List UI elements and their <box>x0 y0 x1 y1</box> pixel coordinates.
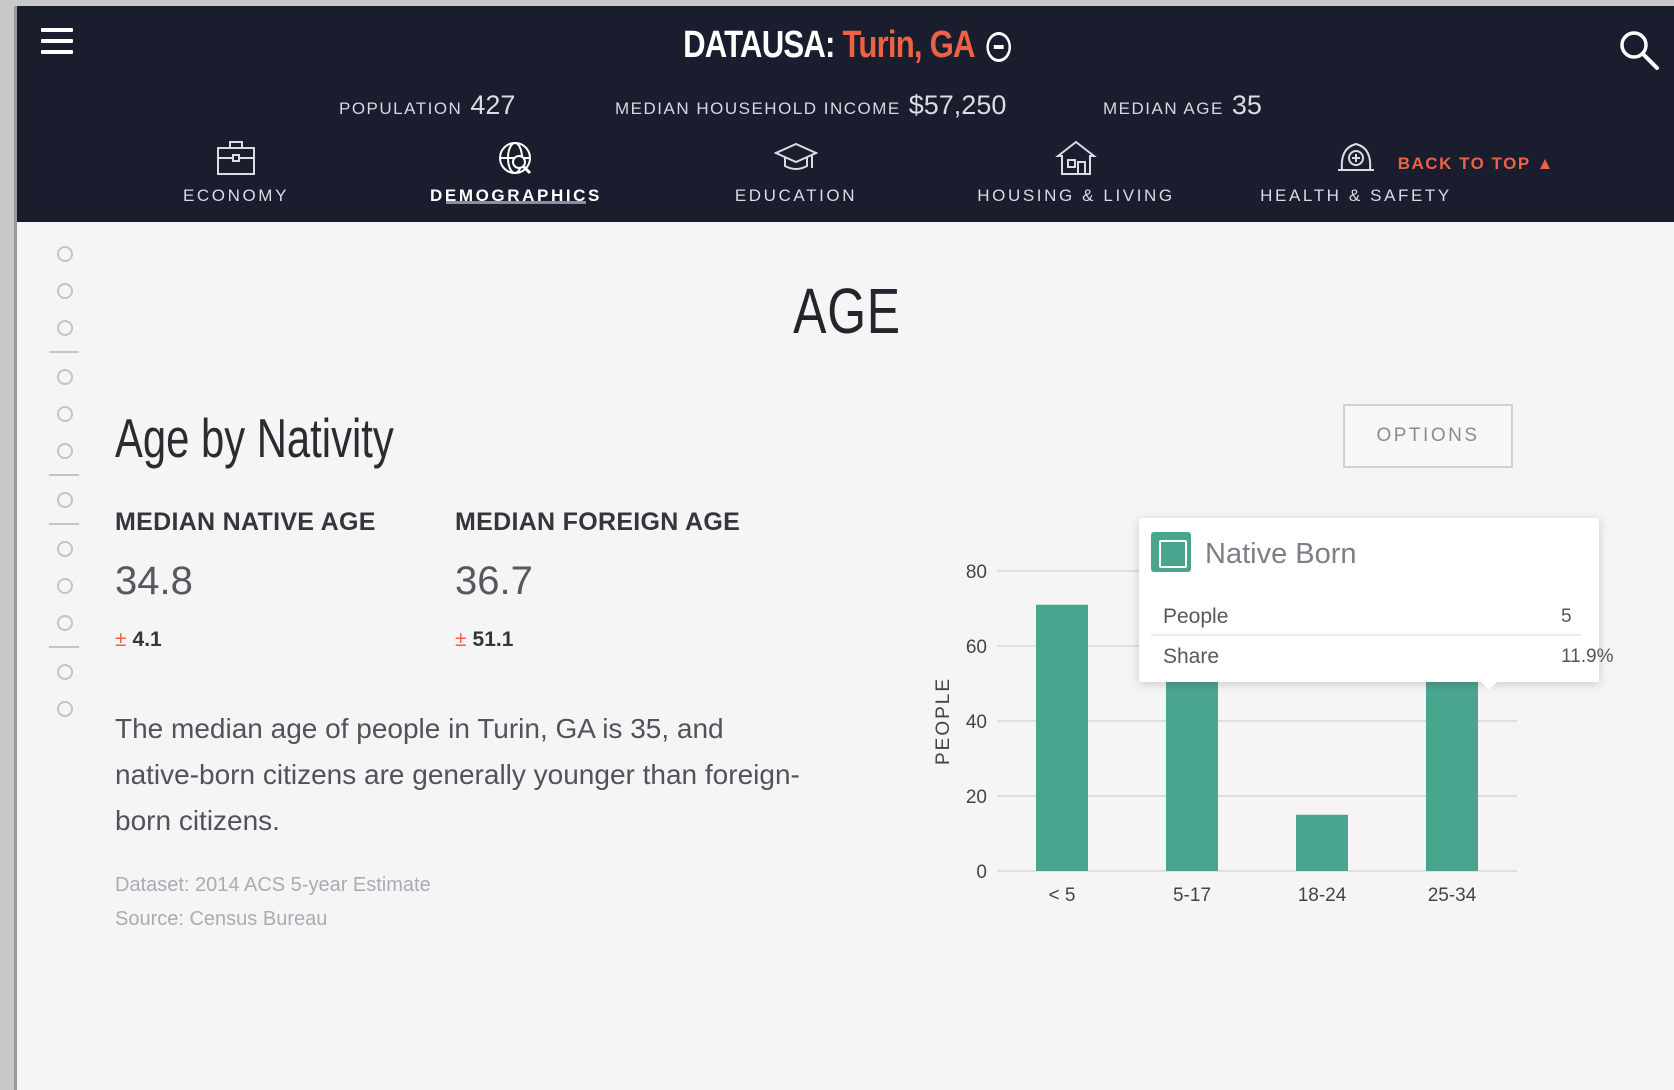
section-dot[interactable] <box>57 246 73 262</box>
tooltip-key: Share <box>1163 645 1220 668</box>
y-tick-label: 60 <box>966 637 987 658</box>
dot-divider <box>49 351 79 353</box>
section-dot[interactable] <box>57 283 73 299</box>
nav-label: HOUSING & LIVING <box>977 186 1175 205</box>
y-tick-label: 20 <box>966 787 987 808</box>
nav-label: HEALTH & SAFETY <box>1260 186 1452 205</box>
chart-tooltip: Native Born People 5 Share 11.9% <box>1139 518 1613 682</box>
section-dot-nav <box>49 246 81 738</box>
section-dot[interactable] <box>57 664 73 680</box>
globe-search-icon <box>499 142 532 175</box>
dot-divider <box>49 474 79 476</box>
native-born-icon <box>1151 532 1191 572</box>
menu-bar-icon <box>41 50 73 54</box>
stat-median-household-income: MEDIAN HOUSEHOLD INCOME $57,250 <box>615 90 1006 121</box>
dot-divider <box>49 646 79 648</box>
stat-value: 427 <box>470 90 516 120</box>
section-dot[interactable] <box>57 701 73 717</box>
section-dot[interactable] <box>57 615 73 631</box>
stat-value: 35 <box>1231 90 1262 120</box>
plus-minus-icon: ± <box>115 628 127 651</box>
plus-minus-icon: ± <box>455 628 467 651</box>
profile-stats: POPULATION 427 MEDIAN HOUSEHOLD INCOME $57… <box>17 90 1674 130</box>
tooltip-row-share: Share 11.9% <box>1151 638 1613 676</box>
x-tick-label: 18-24 <box>1298 885 1347 906</box>
tooltip-key: People <box>1163 605 1229 628</box>
nav-label: ECONOMY <box>182 186 290 205</box>
stat-median-age: MEDIAN AGE 35 <box>1103 90 1262 121</box>
metric-value: 34.8 <box>115 559 193 603</box>
medical-icon <box>1338 142 1374 171</box>
dataset-citation[interactable]: Dataset: 2014 ACS 5-year Estimate <box>115 874 431 897</box>
menu-button[interactable] <box>41 28 75 58</box>
graduation-cap-icon <box>774 142 818 170</box>
topic-description: The median age of people in Turin, GA is… <box>115 713 800 836</box>
house-icon <box>1055 140 1097 175</box>
back-to-top-link[interactable]: BACK TO TOP ▲ <box>1398 154 1555 174</box>
nav-label: EDUCATION <box>734 186 858 205</box>
section-dot[interactable] <box>57 320 73 336</box>
place-name: Turin, GA <box>842 24 974 66</box>
remove-place-icon[interactable] <box>986 31 1011 62</box>
tooltip-title: Native Born <box>1205 538 1357 570</box>
bar[interactable] <box>1036 604 1088 871</box>
brand-title: DATAUSA: Turin, GA <box>166 24 1527 67</box>
brand-logo[interactable]: DATAUSA: <box>683 24 835 66</box>
x-tick-label: 5-17 <box>1173 885 1211 906</box>
nav-education[interactable]: EDUCATION <box>671 138 921 206</box>
briefcase-icon <box>217 141 255 175</box>
section-dot[interactable] <box>57 541 73 557</box>
site-header: DATAUSA: Turin, GA POPULATION 427 MEDIAN … <box>17 6 1674 222</box>
y-axis-label: PEOPLE <box>933 677 954 765</box>
metric-label: MEDIAN FOREIGN AGE <box>455 508 741 536</box>
section-title: AGE <box>793 275 901 347</box>
section-dot[interactable] <box>57 492 73 508</box>
tooltip-value: 11.9% <box>1561 646 1614 667</box>
metric-margin-of-error: ±4.1 <box>115 628 376 652</box>
stat-population: POPULATION 427 <box>339 90 515 121</box>
x-tick-label: 25-34 <box>1428 885 1477 906</box>
stat-label: MEDIAN HOUSEHOLD INCOME <box>615 99 901 118</box>
moe-value: 4.1 <box>132 628 162 651</box>
moe-value: 51.1 <box>472 628 514 651</box>
menu-bar-icon <box>41 28 73 32</box>
page-frame: DATAUSA: Turin, GA POPULATION 427 MEDIAN … <box>14 6 1674 1090</box>
nav-housing-living[interactable]: HOUSING & LIVING <box>951 138 1201 206</box>
options-button[interactable]: OPTIONS <box>1343 404 1513 468</box>
search-button[interactable] <box>1617 28 1661 72</box>
search-icon <box>1620 31 1659 70</box>
section-dot[interactable] <box>57 443 73 459</box>
topic-title: Age by Nativity <box>115 407 394 469</box>
tooltip-value: 5 <box>1561 606 1572 627</box>
metric-median-foreign-age: MEDIAN FOREIGN AGE 36.7 ±51.1 <box>455 508 740 652</box>
tooltip-row-people: People 5 <box>1151 598 1581 636</box>
metric-median-native-age: MEDIAN NATIVE AGE 34.8 ±4.1 <box>115 508 376 652</box>
section-dot[interactable] <box>57 369 73 385</box>
x-tick-label: < 5 <box>1049 885 1076 906</box>
source-citation[interactable]: Source: Census Bureau <box>115 908 327 931</box>
metric-value: 36.7 <box>455 559 533 603</box>
section-dot[interactable] <box>57 406 73 422</box>
metric-label: MEDIAN NATIVE AGE <box>115 508 376 536</box>
dot-divider <box>49 523 79 525</box>
y-tick-label: 0 <box>976 862 987 883</box>
metric-margin-of-error: ±51.1 <box>455 628 740 652</box>
nav-economy[interactable]: ECONOMY <box>111 138 361 206</box>
nav-label: DEMOGRAPHICS <box>430 186 602 205</box>
section-dot[interactable] <box>57 578 73 594</box>
nav-demographics[interactable]: DEMOGRAPHICS <box>391 138 641 206</box>
stat-value: $57,250 <box>908 90 1007 120</box>
tooltip-arrow <box>1477 678 1501 690</box>
stat-label: POPULATION <box>339 99 463 118</box>
y-tick-label: 40 <box>966 712 987 733</box>
section-nav: ECONOMY DEMOGRAPHICS EDUCATION HOUSING &… <box>17 138 1674 222</box>
menu-bar-icon <box>41 39 73 43</box>
y-tick-label: 80 <box>966 562 987 583</box>
stat-label: MEDIAN AGE <box>1103 99 1224 118</box>
bar[interactable] <box>1296 814 1348 871</box>
